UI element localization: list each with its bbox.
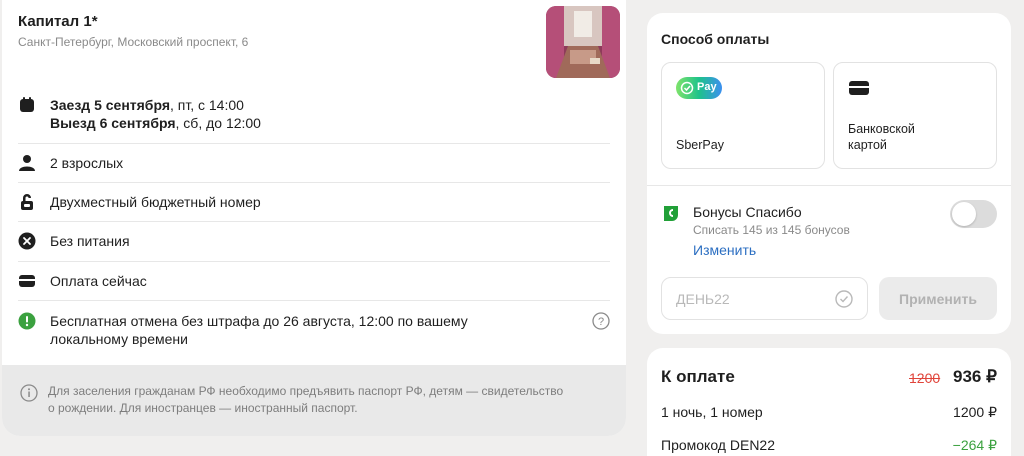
question-icon[interactable]: ? xyxy=(592,312,610,335)
hotel-address: Санкт-Петербург, Московский проспект, 6 xyxy=(18,35,249,49)
bonus-title: Бонусы Спасибо xyxy=(693,204,802,220)
person-icon xyxy=(18,154,36,177)
room-row: Двухместный бюджетный номер xyxy=(18,183,610,222)
payment-divider xyxy=(647,185,1011,186)
sberpay-label: SberPay xyxy=(676,138,724,152)
meals-text: Без питания xyxy=(50,233,130,249)
guests-row: 2 взрослых xyxy=(18,144,610,183)
nights-label: 1 ночь, 1 номер xyxy=(661,404,763,420)
total-title: К оплате xyxy=(661,367,735,386)
apply-promo-button[interactable]: Применить xyxy=(879,277,997,320)
sberpay-badge: Pay xyxy=(697,81,717,93)
bonus-toggle-knob xyxy=(952,202,976,226)
meals-row: Без питания xyxy=(18,222,610,262)
bank-card-label-line1: Банковской xyxy=(848,122,915,136)
promo-code-field[interactable]: ДЕНЬ22 xyxy=(661,277,868,320)
cancellation-line1: Бесплатная отмена без штрафа до 26 авгус… xyxy=(50,313,468,329)
bonus-change-link[interactable]: Изменить xyxy=(693,242,756,258)
check-info-icon xyxy=(18,312,36,335)
hotel-name: Капитал 1* xyxy=(18,13,98,30)
svg-text:?: ? xyxy=(598,316,604,328)
payment-method-card: Способ оплаты Pay SberPay Банковской кар… xyxy=(647,13,1011,334)
cancellation-line2: локальному времени xyxy=(50,331,188,347)
passport-notice: Для заселения гражданам РФ необходимо пр… xyxy=(2,365,626,436)
checkout-time: , сб, до 12:00 xyxy=(175,115,261,131)
notice-line1: Для заселения гражданам РФ необходимо пр… xyxy=(48,384,564,398)
bank-card-label-line2: картой xyxy=(848,138,887,152)
check-circle-icon xyxy=(834,289,854,314)
notice-text: Для заселения гражданам РФ необходимо пр… xyxy=(48,383,618,417)
hotel-photo[interactable] xyxy=(546,6,620,78)
payment-row: Оплата сейчас xyxy=(18,262,610,301)
info-icon xyxy=(20,384,38,407)
checkout-text: Выезд 6 сентября, сб, до 12:00 xyxy=(50,114,261,132)
calendar-icon xyxy=(18,96,36,119)
bank-card-option[interactable]: Банковской картой xyxy=(833,62,997,169)
payment-method-title: Способ оплаты xyxy=(661,31,770,47)
total-card: К оплате 1200 936 ₽ 1 ночь, 1 номер 1200… xyxy=(647,348,1011,456)
no-meals-icon xyxy=(18,232,36,255)
room-text: Двухместный бюджетный номер xyxy=(50,194,261,210)
bank-card-icon xyxy=(848,79,870,102)
old-price: 1200 xyxy=(909,370,941,386)
bonus-toggle[interactable] xyxy=(950,200,997,228)
spasibo-logo-icon xyxy=(661,203,681,228)
room-key-icon xyxy=(18,193,36,216)
booking-summary-card: Капитал 1* Санкт-Петербург, Московский п… xyxy=(2,0,626,436)
nights-value: 1200 ₽ xyxy=(953,404,997,420)
card-icon xyxy=(18,272,36,295)
promo-label: Промокод DEN22 xyxy=(661,437,775,453)
payment-text: Оплата сейчас xyxy=(50,273,147,289)
dates-row: Заезд 5 сентября, пт, с 14:00 Выезд 6 се… xyxy=(18,88,610,144)
checkin-text: Заезд 5 сентября, пт, с 14:00 xyxy=(50,96,244,114)
cancellation-row: Бесплатная отмена без штрафа до 26 авгус… xyxy=(18,301,610,365)
checkin-date: Заезд 5 сентября xyxy=(50,97,170,113)
checkin-time: , пт, с 14:00 xyxy=(170,97,244,113)
sberpay-option[interactable]: Pay SberPay xyxy=(661,62,825,169)
promo-code-value: ДЕНЬ22 xyxy=(676,291,730,307)
bonus-subtitle: Списать 145 из 145 бонусов xyxy=(693,223,850,237)
new-price: 936 ₽ xyxy=(953,367,997,386)
promo-discount-value: −264 ₽ xyxy=(952,437,997,453)
guests-text: 2 взрослых xyxy=(50,155,124,171)
notice-line2: о рождении. Для иностранцев — иностранны… xyxy=(48,401,358,415)
checkout-date: Выезд 6 сентября xyxy=(50,115,176,131)
